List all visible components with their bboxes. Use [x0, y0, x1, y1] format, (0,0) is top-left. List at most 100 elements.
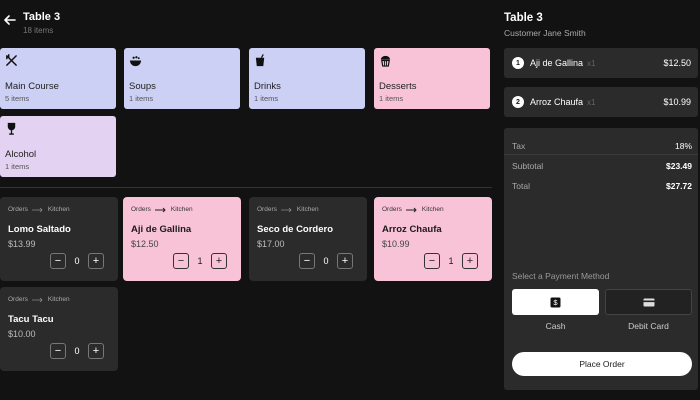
quantity-stepper: − 0 +: [299, 253, 353, 269]
decrement-button[interactable]: −: [173, 253, 189, 269]
category-name: Desserts: [379, 81, 417, 92]
category-name: Drinks: [254, 81, 281, 92]
total-value: $27.72: [666, 181, 692, 191]
order-route: Orders Kitchen: [8, 296, 70, 303]
category-name: Soups: [129, 81, 156, 92]
line-item-qty: x1: [587, 59, 596, 68]
item-name: Seco de Cordero: [257, 224, 334, 235]
wine-glass-icon: [7, 122, 16, 135]
category-name: Main Course: [5, 81, 59, 92]
quantity-stepper: − 1 +: [424, 253, 478, 269]
increment-button[interactable]: +: [337, 253, 353, 269]
increment-button[interactable]: +: [88, 253, 104, 269]
increment-button[interactable]: +: [88, 343, 104, 359]
line-item-price: $10.99: [663, 97, 691, 107]
order-line-item[interactable]: 1 Aji de Gallina x1 $12.50: [504, 48, 698, 78]
panel-title: Table 3: [504, 12, 543, 24]
cupcake-icon: [380, 55, 391, 67]
decrement-button[interactable]: −: [299, 253, 315, 269]
order-card-tacu-tacu[interactable]: Orders Kitchen Tacu Tacu $10.00 − 0 +: [0, 287, 118, 371]
payment-method-label: Select a Payment Method: [512, 271, 610, 281]
category-count: 1 items: [5, 162, 30, 171]
tax-row: Tax 18%: [512, 141, 692, 151]
line-item-name: Aji de Gallina x1: [530, 58, 596, 68]
quantity-stepper: − 0 +: [50, 253, 104, 269]
item-name: Lomo Saltado: [8, 224, 71, 235]
quantity-stepper: − 0 +: [50, 343, 104, 359]
debit-card-payment-button[interactable]: [605, 289, 692, 315]
line-number-badge: 2: [512, 96, 524, 108]
order-card-seco-de-cordero[interactable]: Orders Kitchen Seco de Cordero $17.00 − …: [249, 197, 367, 281]
decrement-button[interactable]: −: [50, 253, 66, 269]
item-name: Aji de Gallina: [131, 224, 192, 235]
order-route: Orders Kitchen: [8, 206, 70, 213]
category-count: 1 items: [379, 94, 404, 103]
order-route: Orders Kitchen: [382, 206, 444, 213]
item-price: $17.00: [257, 239, 285, 249]
utensils-icon: [6, 54, 17, 66]
decrement-button[interactable]: −: [424, 253, 440, 269]
subtotal-row: Subtotal $23.49: [512, 161, 692, 171]
divider: [504, 154, 698, 155]
quantity-value: 0: [74, 346, 80, 356]
section-divider: [0, 187, 492, 188]
drink-icon: [255, 54, 265, 67]
category-count: 5 items: [5, 94, 30, 103]
total-label: Total: [512, 181, 530, 191]
credit-card-icon: [643, 298, 654, 306]
arrow-right-icon: [280, 207, 292, 212]
tax-label: Tax: [512, 141, 526, 151]
totals-card: Tax 18% Subtotal $23.49 Total $27.72 Sel…: [504, 128, 698, 390]
line-number-badge: 1: [512, 57, 524, 69]
line-item-qty: x1: [587, 98, 596, 107]
line-item-price: $12.50: [663, 58, 691, 68]
order-card-aji-de-gallina[interactable]: Orders Kitchen Aji de Gallina $12.50 − 1…: [123, 197, 241, 281]
line-item-name: Arroz Chaufa x1: [530, 97, 596, 107]
decrement-button[interactable]: −: [50, 343, 66, 359]
category-count: 1 items: [254, 94, 279, 103]
customer-name: Customer Jane Smith: [504, 28, 586, 38]
item-price: $13.99: [8, 239, 36, 249]
cash-label: Cash: [545, 321, 566, 331]
header: Table 3 18 items: [0, 0, 498, 44]
place-order-button[interactable]: Place Order: [512, 352, 692, 376]
category-alcohol[interactable]: Alcohol 1 items: [0, 116, 116, 177]
quantity-value: 1: [197, 256, 203, 266]
total-row: Total $27.72: [512, 181, 692, 191]
item-name: Tacu Tacu: [8, 314, 54, 325]
subtotal-label: Subtotal: [512, 161, 544, 171]
category-drinks[interactable]: Drinks 1 items: [249, 48, 365, 109]
quantity-value: 0: [323, 256, 329, 266]
category-count: 1 items: [129, 94, 154, 103]
order-card-arroz-chaufa[interactable]: Orders Kitchen Arroz Chaufa $10.99 − 1 +: [374, 197, 492, 281]
item-price: $10.99: [382, 239, 410, 249]
soup-bowl-icon: [129, 56, 142, 67]
order-card-lomo-saltado[interactable]: Orders Kitchen Lomo Saltado $13.99 − 0 +: [0, 197, 118, 281]
order-route: Orders Kitchen: [131, 206, 193, 213]
quantity-value: 0: [74, 256, 80, 266]
arrow-right-icon: [405, 207, 417, 212]
back-arrow-icon[interactable]: [2, 12, 18, 28]
arrow-right-icon: [31, 297, 43, 302]
category-soups[interactable]: Soups 1 items: [124, 48, 240, 109]
cash-icon: $: [550, 297, 561, 307]
increment-button[interactable]: +: [462, 253, 478, 269]
quantity-value: 1: [448, 256, 454, 266]
category-desserts[interactable]: Desserts 1 items: [374, 48, 490, 109]
page-title: Table 3: [23, 11, 61, 23]
item-count: 18 items: [23, 26, 54, 35]
arrow-right-icon: [154, 207, 166, 212]
item-price: $12.50: [131, 239, 159, 249]
increment-button[interactable]: +: [211, 253, 227, 269]
cash-payment-button[interactable]: $: [512, 289, 599, 315]
order-route: Orders Kitchen: [257, 206, 319, 213]
order-line-item[interactable]: 2 Arroz Chaufa x1 $10.99: [504, 87, 698, 117]
category-main-course[interactable]: Main Course 5 items: [0, 48, 116, 109]
subtotal-value: $23.49: [666, 161, 692, 171]
quantity-stepper: − 1 +: [173, 253, 227, 269]
order-summary-panel: Table 3 Customer Jane Smith 1 Aji de Gal…: [498, 0, 700, 400]
item-name: Arroz Chaufa: [382, 224, 442, 235]
arrow-right-icon: [31, 207, 43, 212]
item-price: $10.00: [8, 329, 36, 339]
category-name: Alcohol: [5, 149, 37, 160]
